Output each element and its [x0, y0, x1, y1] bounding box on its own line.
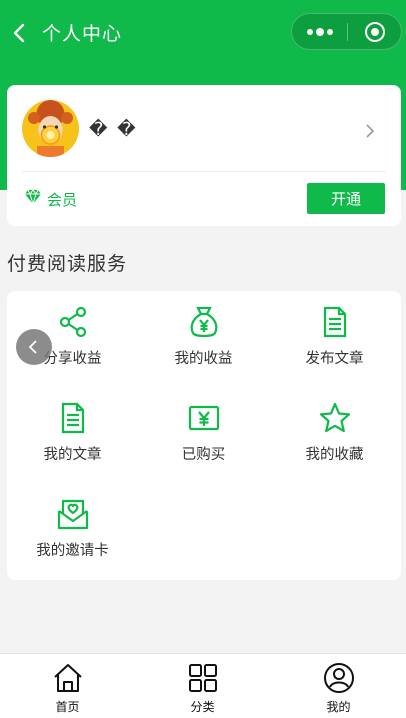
document-icon [318, 305, 352, 339]
chevron-right-icon[interactable] [365, 123, 375, 138]
star-icon [318, 401, 352, 435]
money-bag-icon [187, 305, 221, 339]
grid-icon [187, 662, 219, 694]
profile-card: � � 会员 开通 [7, 85, 401, 226]
tab-home[interactable]: 首页 [0, 654, 135, 718]
chevron-left-icon [28, 340, 37, 354]
tab-mine[interactable]: 我的 [271, 654, 406, 718]
share-icon [56, 305, 90, 339]
avatar[interactable] [22, 100, 79, 157]
page-title: 个人中心 [42, 23, 123, 45]
service-purchased[interactable]: 已购买 [138, 387, 269, 483]
section-title: 付费阅读服务 [7, 253, 128, 275]
tab-label: 首页 [55, 700, 80, 714]
mini-program-capsule [291, 13, 402, 50]
service-my-favorites[interactable]: 我的收藏 [269, 387, 400, 483]
service-label: 我的收藏 [305, 447, 364, 463]
service-my-earnings[interactable]: 我的收益 [138, 291, 269, 387]
chevron-left-icon[interactable] [10, 22, 30, 44]
tab-categories[interactable]: 分类 [135, 654, 270, 718]
service-label: 已购买 [181, 447, 226, 463]
tab-label: 我的 [326, 700, 351, 714]
tab-label: 分类 [190, 700, 215, 714]
open-membership-button[interactable]: 开通 [307, 183, 385, 214]
service-my-articles[interactable]: 我的文章 [7, 387, 138, 483]
service-label: 发布文章 [305, 351, 364, 367]
floating-back-button[interactable] [16, 329, 52, 365]
service-label: 我的邀请卡 [36, 543, 109, 559]
diamond-icon [24, 189, 42, 206]
user-name: � � [89, 119, 138, 140]
tab-bar: 首页 分类 我的 [0, 653, 406, 718]
target-icon[interactable] [348, 14, 402, 49]
service-label: 我的收益 [174, 351, 233, 367]
document-icon [56, 401, 90, 435]
home-icon [52, 662, 84, 694]
services-grid: 分享收益 我的收益 发布文章 我的文章 已购买 我的收藏 我的邀请卡 [7, 291, 401, 580]
more-dots-icon[interactable] [292, 14, 347, 49]
service-label: 我的文章 [43, 447, 102, 463]
nav-bar: 个人中心 [0, 0, 406, 64]
user-icon [323, 662, 355, 694]
divider [22, 171, 386, 172]
service-publish-article[interactable]: 发布文章 [269, 291, 400, 387]
envelope-heart-icon [56, 497, 90, 531]
member-label: 会员 [47, 191, 78, 209]
yen-card-icon [187, 401, 221, 435]
service-my-invitation-card[interactable]: 我的邀请卡 [7, 483, 138, 579]
